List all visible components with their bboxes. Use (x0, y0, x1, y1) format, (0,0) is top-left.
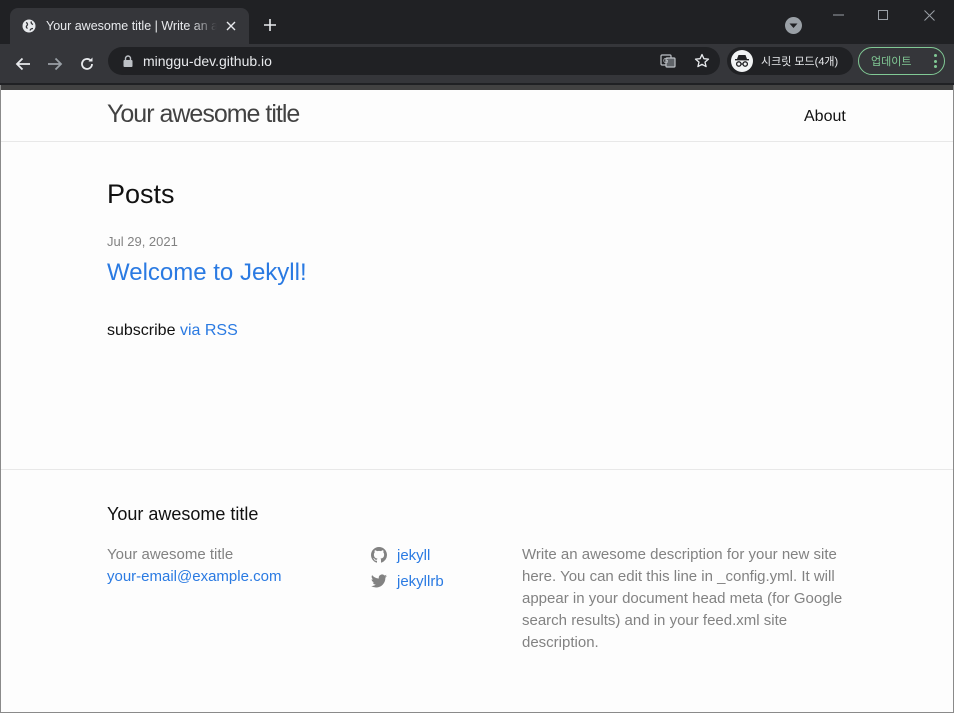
site-header: Your awesome title About (1, 85, 953, 142)
footer-name: Your awesome title (107, 546, 234, 563)
twitter-username: jekyllrb (397, 572, 444, 590)
incognito-label: 시크릿 모드(4개) (761, 56, 839, 68)
more-vert-icon[interactable] (932, 54, 938, 68)
url-text: minggu-dev.github.io (143, 53, 272, 69)
update-label: 업데이트 (871, 56, 912, 68)
subscribe-line: subscribe via RSS (107, 322, 238, 340)
minimize-icon[interactable] (823, 4, 853, 26)
posts-heading: Posts (107, 179, 175, 209)
site-footer: Your awesome title Your awesome title yo… (1, 469, 953, 712)
site-title-link[interactable]: Your awesome title (107, 100, 300, 129)
subscribe-text: subscribe (107, 322, 176, 339)
back-arrow-icon[interactable] (11, 52, 35, 76)
post-date: Jul 29, 2021 (107, 234, 178, 249)
footer-social: jekyll jekyllrb (371, 542, 444, 594)
web-page: Your awesome title About Posts Jul 29, 2… (0, 85, 954, 713)
footer-heading: Your awesome title (107, 504, 259, 524)
tab-search-icon[interactable] (785, 17, 802, 34)
incognito-icon (731, 50, 753, 72)
window-close-icon[interactable] (914, 4, 944, 26)
translate-icon[interactable]: G (659, 52, 677, 70)
post-title-link[interactable]: Welcome to Jekyll! (107, 259, 307, 287)
reload-icon[interactable] (75, 52, 99, 76)
browser-titlebar: Your awesome title | Write an awesome de… (0, 0, 954, 44)
github-username: jekyll (397, 546, 431, 564)
close-icon[interactable] (223, 18, 239, 34)
star-icon[interactable] (693, 52, 711, 70)
address-bar[interactable]: minggu-dev.github.io G (108, 47, 720, 75)
lock-icon[interactable] (121, 54, 135, 68)
forward-arrow-icon[interactable] (43, 52, 67, 76)
browser-tab[interactable]: Your awesome title | Write an awesome de… (10, 8, 249, 44)
plus-icon[interactable] (260, 15, 280, 35)
tab-title: Your awesome title | Write an awesome de… (46, 19, 217, 33)
maximize-icon[interactable] (868, 4, 898, 26)
twitter-link[interactable]: jekyllrb (371, 568, 444, 594)
globe-icon (22, 19, 36, 33)
github-icon (371, 547, 387, 563)
twitter-icon (371, 574, 387, 588)
update-button[interactable]: 업데이트 (858, 47, 945, 75)
footer-email-link[interactable]: your-email@example.com (107, 566, 281, 588)
rss-link[interactable]: via RSS (180, 322, 238, 339)
github-link[interactable]: jekyll (371, 542, 444, 568)
svg-text:G: G (663, 57, 668, 65)
nav-about-link[interactable]: About (804, 108, 846, 126)
site-description: Write an awesome description for your ne… (522, 546, 843, 651)
footer-contact: Your awesome title your-email@example.co… (107, 544, 281, 588)
incognito-indicator[interactable]: 시크릿 모드(4개) (727, 47, 853, 75)
